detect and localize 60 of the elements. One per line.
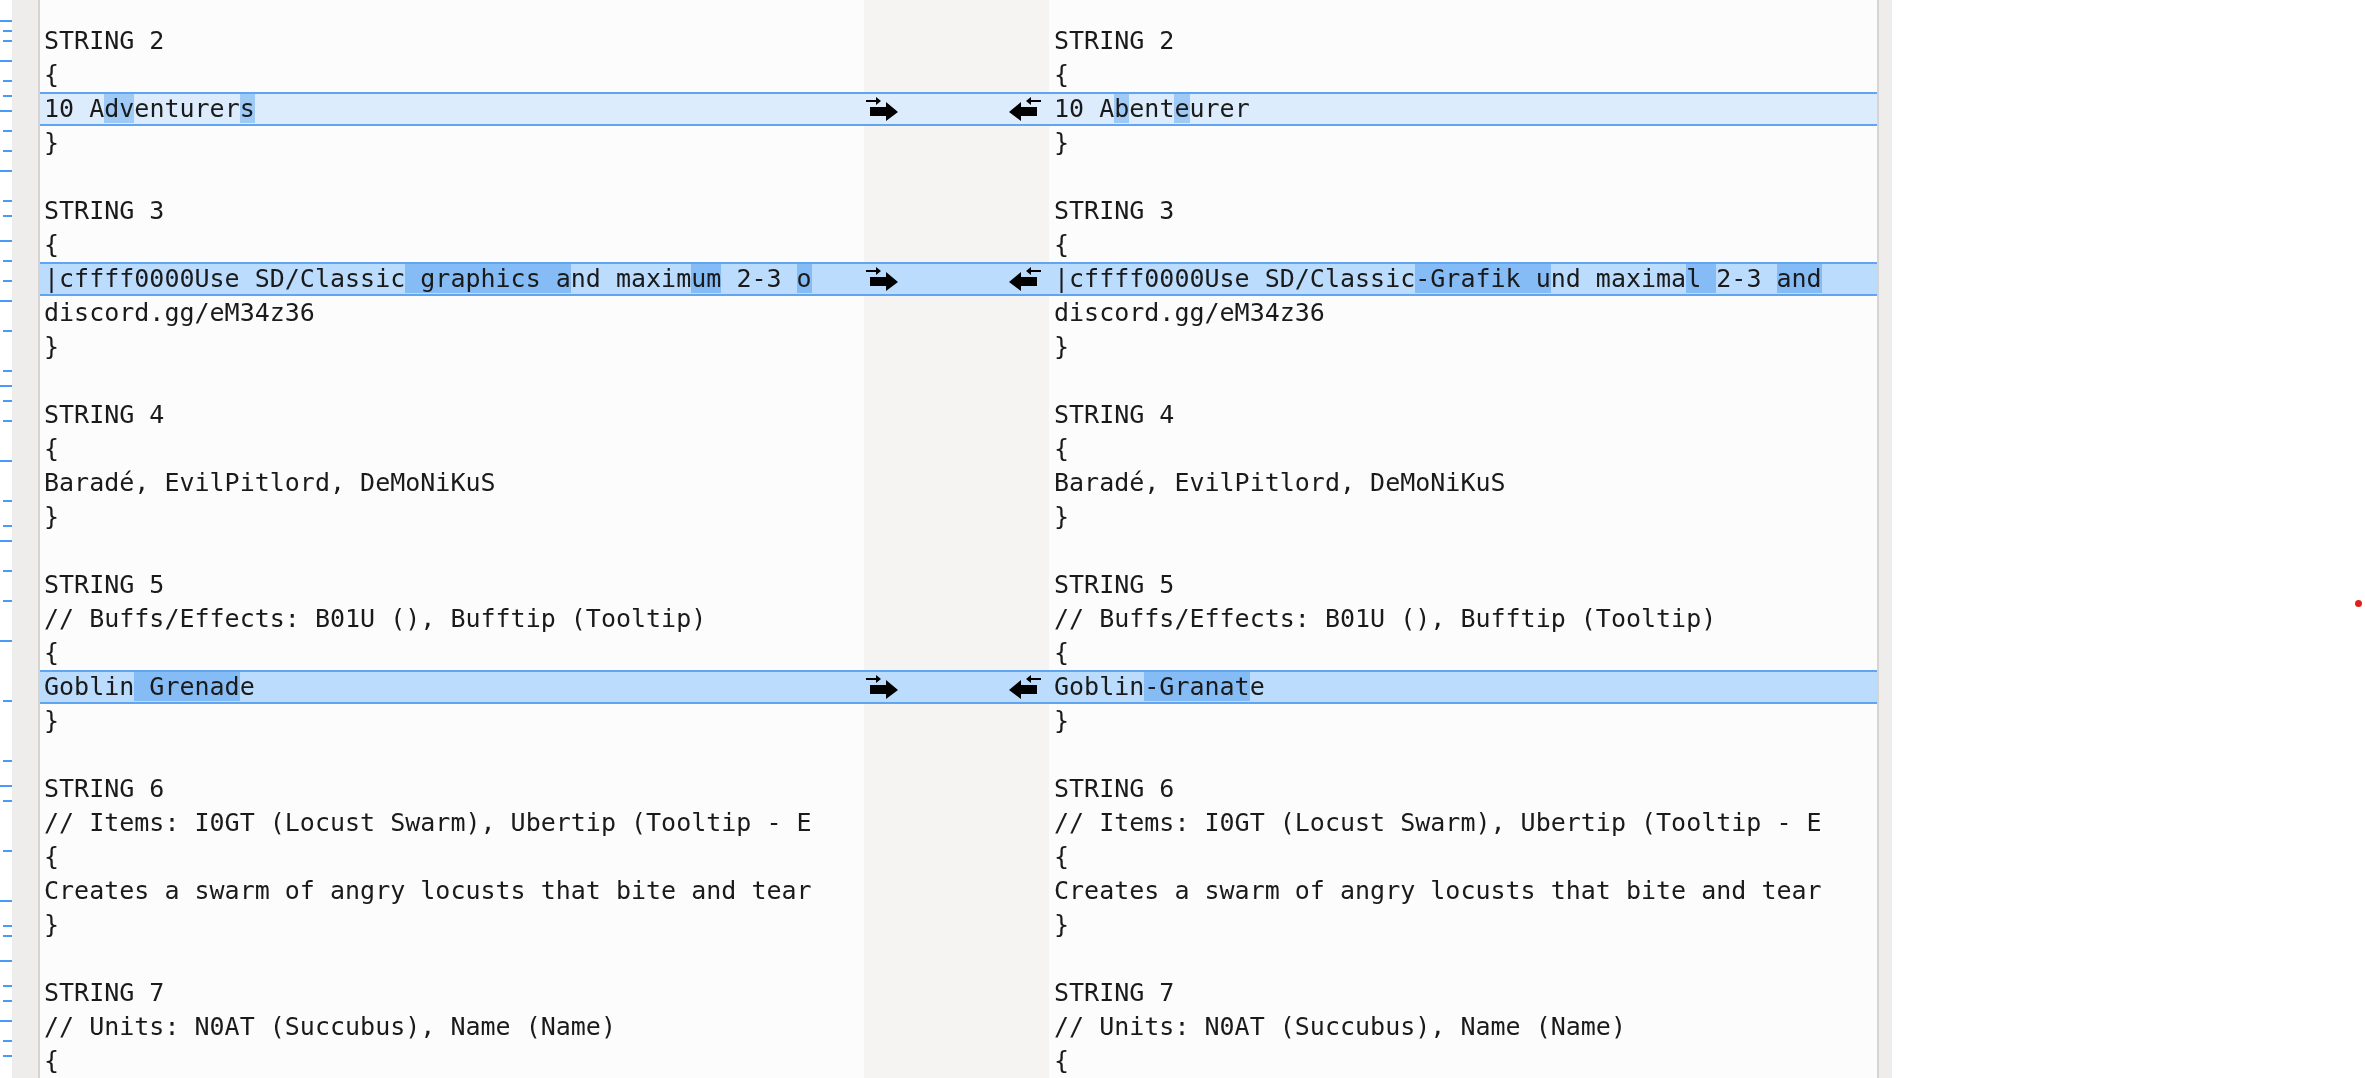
code-line: } xyxy=(1054,706,1070,736)
code-line: |cffff0000Use SD/Classic-Grafik und maximal 2-3 and xyxy=(1054,264,1822,294)
code-line: // Units: N0AT (Succubus), Name (Name) xyxy=(44,1012,616,1042)
code-line: // Items: I0GT (Locust Swarm), Ubertip (Tooltip - E xyxy=(44,808,812,838)
arrow-right-icon[interactable] xyxy=(864,267,900,291)
code-line: { xyxy=(44,842,60,872)
arrow-right-icon[interactable] xyxy=(864,675,900,699)
code-line: 10 Abenteurer xyxy=(1054,94,1250,124)
code-line: // Buffs/Effects: B01U (), Bufftip (Tooltip) xyxy=(1054,604,1717,634)
code-line: STRING 7 xyxy=(44,978,165,1008)
code-line: } xyxy=(44,706,60,736)
code-line: // Items: I0GT (Locust Swarm), Ubertip (Tooltip - E xyxy=(1054,808,1822,838)
code-line: 10 Adventurers xyxy=(44,94,255,124)
code-line: STRING 2 xyxy=(44,26,165,56)
code-line: discord.gg/eM34z36 xyxy=(44,298,315,328)
arrow-left-icon[interactable] xyxy=(1007,675,1043,699)
code-line: { xyxy=(1054,230,1070,260)
code-line: STRING 4 xyxy=(44,400,165,430)
code-line: { xyxy=(44,1046,60,1076)
code-line: } xyxy=(1054,128,1070,158)
code-line: } xyxy=(1054,332,1070,362)
code-line: { xyxy=(1054,434,1070,464)
code-line: STRING 6 xyxy=(44,774,165,804)
code-line: } xyxy=(44,332,60,362)
code-line: } xyxy=(1054,502,1070,532)
code-line: Baradé, EvilPitlord, DeMoNiKuS xyxy=(1054,468,1506,498)
arrow-left-icon[interactable] xyxy=(1007,97,1043,121)
code-line: |cffff0000Use SD/Classic graphics and maximum 2-3 o xyxy=(44,264,812,294)
code-line: { xyxy=(1054,842,1070,872)
code-line: { xyxy=(44,230,60,260)
code-line: } xyxy=(44,502,60,532)
scrollbar-track[interactable] xyxy=(1877,0,1892,1078)
code-line: { xyxy=(1054,638,1070,668)
code-line: { xyxy=(1054,1046,1070,1076)
code-line: { xyxy=(44,638,60,668)
code-line: Creates a swarm of angry locusts that bite and tear xyxy=(44,876,812,906)
code-line: } xyxy=(44,128,60,158)
code-line: STRING 5 xyxy=(44,570,165,600)
code-line: STRING 2 xyxy=(1054,26,1175,56)
code-line: { xyxy=(1054,60,1070,90)
code-line: } xyxy=(44,910,60,940)
code-line: STRING 5 xyxy=(1054,570,1175,600)
arrow-right-icon[interactable] xyxy=(864,97,900,121)
code-line: STRING 3 xyxy=(1054,196,1175,226)
code-line: { xyxy=(44,434,60,464)
code-line: // Buffs/Effects: B01U (), Bufftip (Tooltip) xyxy=(44,604,707,634)
code-line: // Units: N0AT (Succubus), Name (Name) xyxy=(1054,1012,1626,1042)
code-line: STRING 3 xyxy=(44,196,165,226)
code-line: STRING 7 xyxy=(1054,978,1175,1008)
code-line: STRING 4 xyxy=(1054,400,1175,430)
code-line: Goblin-Granate xyxy=(1054,672,1265,702)
code-line: Creates a swarm of angry locusts that bite and tear xyxy=(1054,876,1822,906)
code-line: { xyxy=(44,60,60,90)
code-line: Goblin Grenade xyxy=(44,672,255,702)
arrow-left-icon[interactable] xyxy=(1007,267,1043,291)
code-line: STRING 6 xyxy=(1054,774,1175,804)
code-line: discord.gg/eM34z36 xyxy=(1054,298,1325,328)
code-line: Baradé, EvilPitlord, DeMoNiKuS xyxy=(44,468,496,498)
dot-marker xyxy=(2355,600,2362,607)
code-line: } xyxy=(1054,910,1070,940)
